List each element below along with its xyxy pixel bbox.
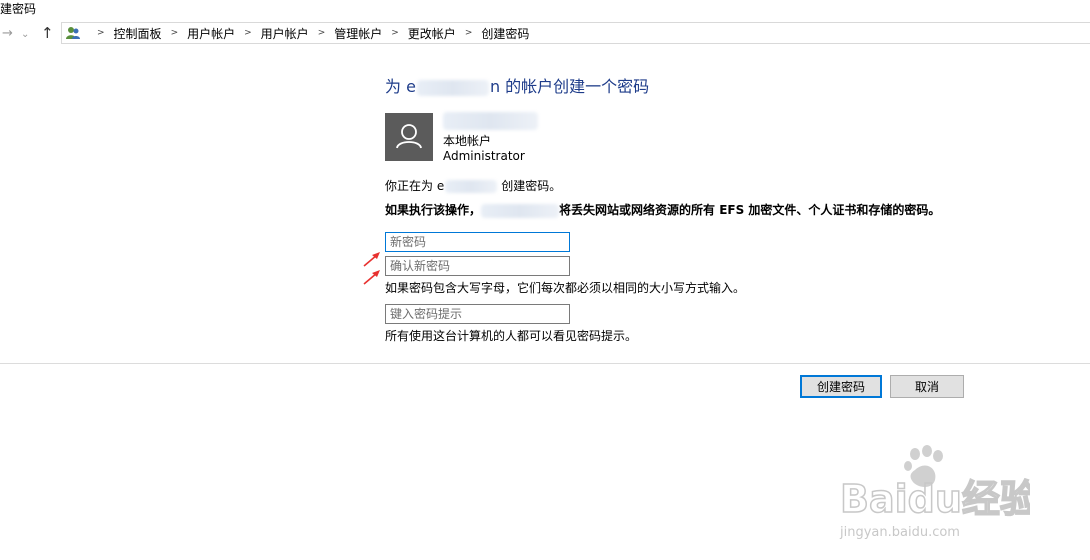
breadcrumb-item-control-panel[interactable]: 控制面板 — [114, 25, 162, 42]
baidu-logo-icon: Baidu经验 jingyan.baidu.com — [839, 445, 1039, 540]
chevron-right-icon[interactable]: > — [391, 28, 399, 38]
cancel-button[interactable]: 取消 — [890, 375, 964, 398]
chevron-down-icon: ⌄ — [21, 29, 30, 40]
case-sensitivity-note: 如果密码包含大写字母，它们每次都必须以相同的大小写方式输入。 — [385, 281, 746, 295]
window-title: 建密码 — [0, 2, 37, 16]
breadcrumb: > 控制面板 > 用户帐户 > 用户帐户 > 管理帐户 > 更改帐户 > 创建密… — [88, 23, 529, 43]
breadcrumb-item-user-accounts-sub[interactable]: 用户帐户 — [261, 25, 309, 42]
chevron-right-icon[interactable]: > — [244, 28, 252, 38]
breadcrumb-item-user-accounts[interactable]: 用户帐户 — [187, 25, 235, 42]
account-group: Administrator — [443, 149, 525, 163]
redacted-username — [445, 180, 498, 193]
forward-button[interactable]: → — [2, 26, 13, 41]
creating-for-text: 你正在为 e 创建密码。 — [385, 179, 562, 193]
page-title: 为 en 的帐户创建一个密码 — [385, 77, 650, 96]
arrow-right-icon: → — [2, 26, 13, 41]
breadcrumb-item-create-password[interactable]: 创建密码 — [481, 25, 529, 42]
svg-text:jingyan.baidu.com: jingyan.baidu.com — [839, 525, 960, 540]
up-button[interactable]: ↑ — [41, 24, 54, 42]
avatar — [385, 113, 433, 161]
hint-visibility-note: 所有使用这台计算机的人都可以看见密码提示。 — [385, 329, 638, 343]
divider — [0, 363, 1090, 364]
breadcrumb-item-change-account[interactable]: 更改帐户 — [408, 25, 456, 42]
baidu-jingyan-watermark: Baidu经验 jingyan.baidu.com — [820, 442, 1039, 542]
annotation-arrow-icon — [363, 252, 380, 267]
password-hint-field[interactable] — [385, 304, 570, 324]
users-control-panel-icon — [66, 27, 80, 39]
arrow-up-icon: ↑ — [41, 24, 54, 42]
svg-text:Baidu经验: Baidu经验 — [840, 477, 1030, 521]
new-password-field[interactable] — [385, 232, 570, 252]
redacted-username — [416, 79, 489, 96]
annotation-arrow-icon — [363, 270, 380, 285]
confirm-password-field[interactable] — [385, 256, 570, 276]
breadcrumb-item-manage-accounts[interactable]: 管理帐户 — [334, 25, 382, 42]
create-password-button[interactable]: 创建密码 — [800, 375, 882, 398]
address-bar[interactable]: > 控制面板 > 用户帐户 > 用户帐户 > 管理帐户 > 更改帐户 > 创建密… — [61, 22, 1090, 44]
chevron-right-icon[interactable]: > — [171, 28, 179, 38]
redacted-text — [481, 203, 560, 218]
chevron-right-icon[interactable]: > — [318, 28, 326, 38]
chevron-right-icon[interactable]: > — [97, 28, 105, 38]
redacted-account-name — [443, 112, 538, 130]
user-avatar-icon — [396, 124, 422, 149]
account-type: 本地帐户 — [443, 134, 492, 148]
warning-text: 如果执行该操作， 将丢失网站或网络资源的所有 EFS 加密文件、个人证书和存储的密… — [385, 203, 941, 218]
chevron-right-icon[interactable]: > — [465, 28, 473, 38]
recent-locations-button[interactable]: ⌄ — [21, 26, 29, 41]
